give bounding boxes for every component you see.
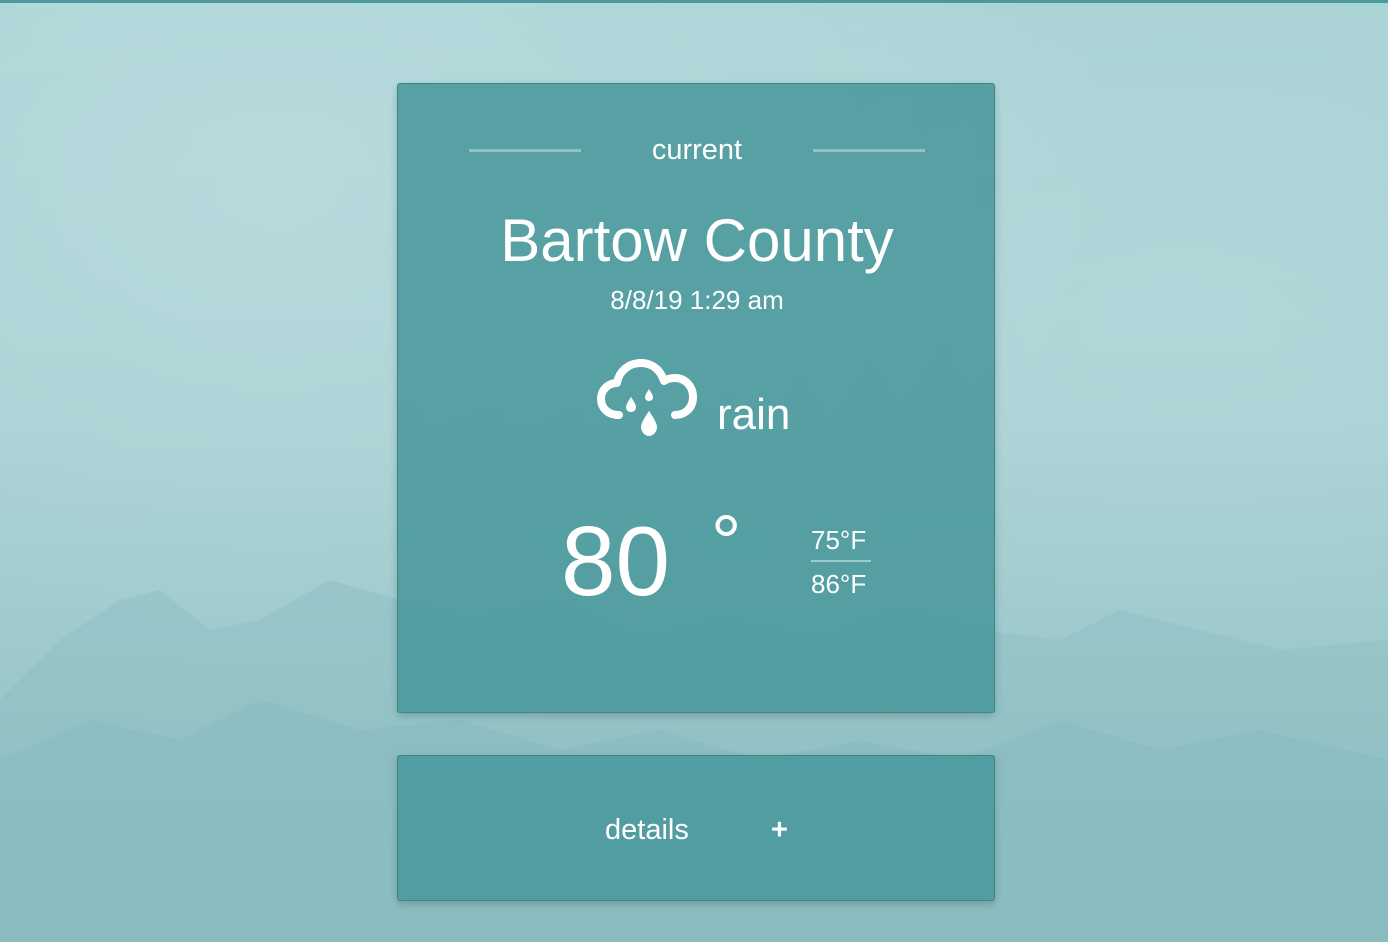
details-label: details (605, 814, 689, 846)
observation-time: 8/8/19 1:29 am (610, 285, 784, 315)
degree-symbol: ° (711, 500, 742, 585)
location-name: Bartow County (500, 207, 894, 274)
current-weather-card: current Bartow County 8/8/19 1:29 am rai… (397, 83, 995, 713)
plus-icon[interactable]: + (771, 812, 788, 848)
weather-condition: rain (717, 390, 791, 439)
high-temperature: 86°F (811, 569, 867, 599)
range-divider (811, 560, 871, 562)
details-toggle-button[interactable]: details + (397, 755, 995, 901)
cloud-rain-icon (597, 359, 697, 444)
temperature-range: 75°F 86°F (811, 525, 873, 599)
header-divider-right (813, 149, 925, 152)
section-header: current (398, 132, 996, 168)
low-temperature: 75°F (811, 525, 867, 555)
current-temperature: 80 (561, 506, 671, 616)
top-bar (0, 0, 1388, 3)
